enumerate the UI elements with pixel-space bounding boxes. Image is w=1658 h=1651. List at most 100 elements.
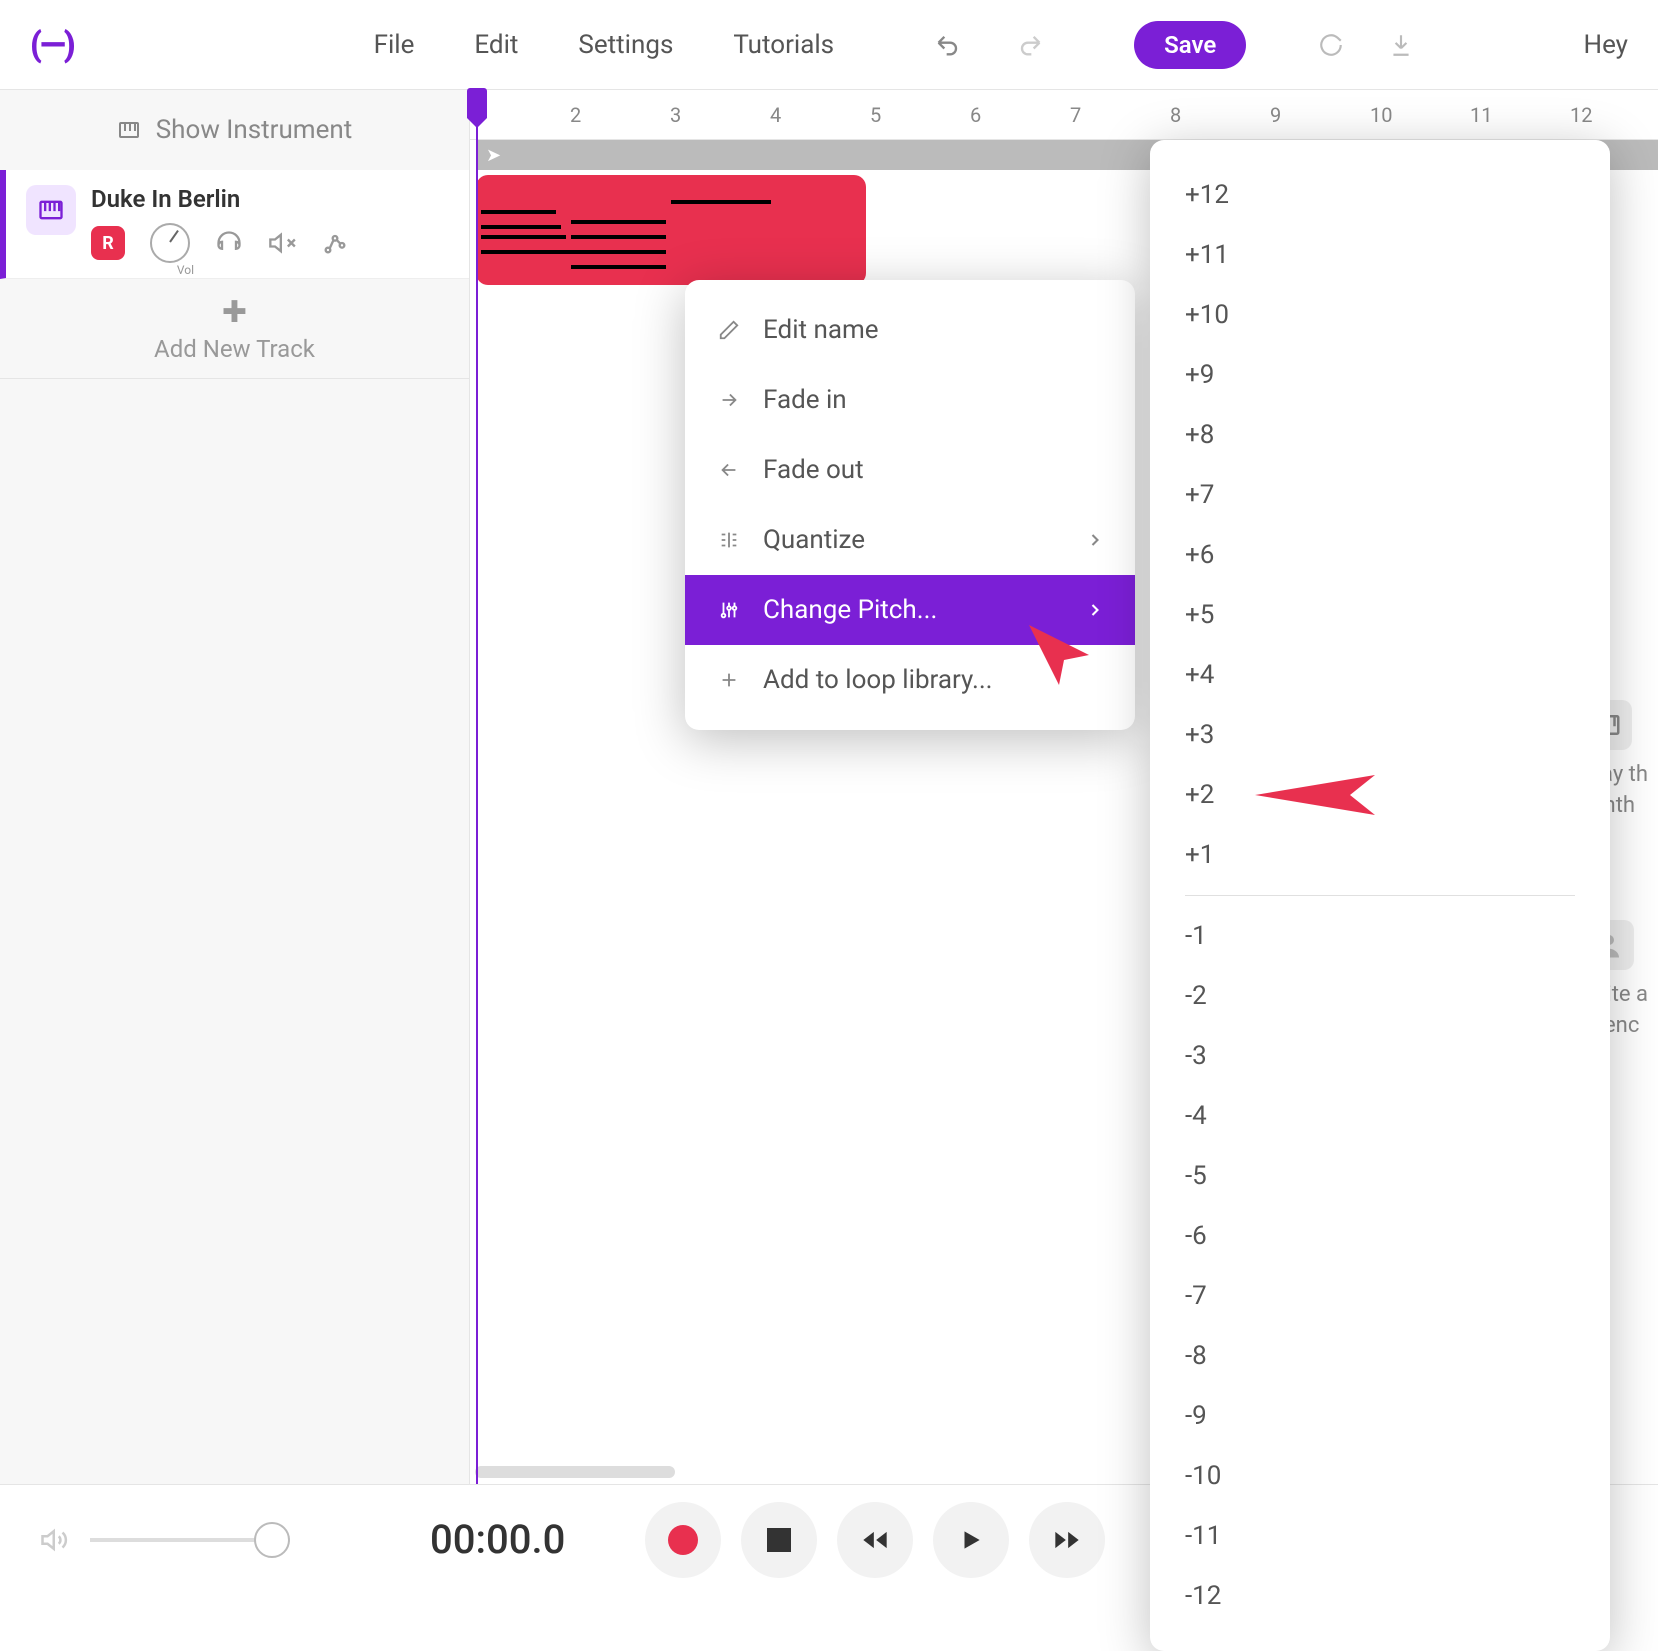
volume-handle[interactable] [254, 1522, 290, 1558]
pitch-submenu: +12 +11 +10 +9 +8 +7 +6 +5 +4 +3 +2 +1 -… [1150, 140, 1610, 1651]
mute-icon[interactable] [268, 229, 296, 257]
midi-note [481, 250, 571, 254]
midi-note [481, 225, 561, 229]
record-dot-icon [668, 1525, 698, 1555]
arrow-right-icon [715, 386, 743, 414]
ctx-quantize[interactable]: Quantize [685, 505, 1135, 575]
quantize-icon [715, 526, 743, 554]
rewind-button[interactable] [837, 1502, 913, 1578]
pitch-minus-11[interactable]: -11 [1185, 1506, 1575, 1566]
pencil-icon [715, 316, 743, 344]
menu-tutorials[interactable]: Tutorials [733, 30, 834, 60]
timeline-ruler[interactable]: 2 3 4 5 6 7 8 9 10 11 12 [470, 90, 1658, 140]
pitch-plus-6[interactable]: +6 [1185, 525, 1575, 585]
volume-slider[interactable] [90, 1538, 290, 1542]
ctx-fade-out-label: Fade out [763, 455, 864, 485]
add-track-button[interactable]: ✚ Add New Track [0, 279, 469, 379]
pitch-plus-9[interactable]: +9 [1185, 345, 1575, 405]
top-bar: (—) File Edit Settings Tutorials Save He… [0, 0, 1658, 90]
fast-forward-button[interactable] [1029, 1502, 1105, 1578]
pitch-minus-12[interactable]: -12 [1185, 1566, 1575, 1626]
automation-icon[interactable] [321, 229, 349, 257]
pitch-minus-4[interactable]: -4 [1185, 1086, 1575, 1146]
pitch-plus-3[interactable]: +3 [1185, 705, 1575, 765]
track-instrument-icon [26, 185, 76, 235]
pitch-minus-3[interactable]: -3 [1185, 1026, 1575, 1086]
track-content: Duke In Berlin R Vol [91, 185, 449, 263]
pitch-plus-5[interactable]: +5 [1185, 585, 1575, 645]
redo-button[interactable] [1014, 30, 1044, 60]
midi-note [671, 200, 771, 204]
add-track-label: Add New Track [154, 335, 315, 363]
top-right-icons [1316, 30, 1416, 60]
track-row[interactable]: Duke In Berlin R Vol [0, 170, 469, 279]
ctx-fade-out[interactable]: Fade out [685, 435, 1135, 505]
record-arm-badge[interactable]: R [91, 226, 125, 260]
menu-file[interactable]: File [374, 30, 415, 60]
ruler-tick: 10 [1370, 103, 1392, 127]
undo-button[interactable] [934, 30, 964, 60]
chevron-right-icon [1085, 530, 1105, 550]
ruler-tick: 11 [1470, 103, 1492, 127]
fast-forward-icon [1053, 1526, 1081, 1554]
pitch-plus-12[interactable]: +12 [1185, 165, 1575, 225]
ruler-tick: 9 [1270, 103, 1281, 127]
ruler-tick: 5 [870, 103, 881, 127]
ruler-tick: 7 [1070, 103, 1081, 127]
pitch-minus-6[interactable]: -6 [1185, 1206, 1575, 1266]
context-menu: Edit name Fade in Fade out Quantize Chan… [685, 280, 1135, 730]
ruler-tick: 12 [1570, 103, 1592, 127]
ctx-add-loop-label: Add to loop library... [763, 665, 993, 695]
scrollbar-thumb[interactable] [475, 1466, 675, 1478]
pitch-plus-7[interactable]: +7 [1185, 465, 1575, 525]
pitch-minus-10[interactable]: -10 [1185, 1446, 1575, 1506]
show-instrument-label: Show Instrument [156, 115, 353, 145]
volume-knob[interactable]: Vol [150, 223, 190, 263]
pitch-minus-5[interactable]: -5 [1185, 1146, 1575, 1206]
menu-settings[interactable]: Settings [578, 30, 673, 60]
midi-clip[interactable] [476, 175, 866, 285]
show-instrument-button[interactable]: Show Instrument [0, 90, 469, 170]
timeline-area[interactable]: 2 3 4 5 6 7 8 9 10 11 12 ➤ [470, 90, 1658, 1484]
rewind-icon [861, 1526, 889, 1554]
ctx-change-pitch[interactable]: Change Pitch... [685, 575, 1135, 645]
ruler-tick: 2 [570, 103, 581, 127]
pitch-minus-8[interactable]: -8 [1185, 1326, 1575, 1386]
pitch-plus-8[interactable]: +8 [1185, 405, 1575, 465]
pitch-minus-1[interactable]: -1 [1185, 906, 1575, 966]
midi-note [571, 235, 666, 239]
play-button[interactable] [933, 1502, 1009, 1578]
transport-buttons [645, 1502, 1105, 1578]
plus-icon: ✚ [222, 295, 247, 330]
pitch-minus-7[interactable]: -7 [1185, 1266, 1575, 1326]
refresh-icon[interactable] [1316, 30, 1346, 60]
ctx-edit-name-label: Edit name [763, 315, 879, 345]
pitch-plus-11[interactable]: +11 [1185, 225, 1575, 285]
pitch-plus-1[interactable]: +1 [1185, 825, 1575, 885]
ruler-tick: 8 [1170, 103, 1181, 127]
play-icon [958, 1527, 984, 1553]
ctx-add-loop[interactable]: Add to loop library... [685, 645, 1135, 715]
pitch-minus-2[interactable]: -2 [1185, 966, 1575, 1026]
pitch-plus-2[interactable]: +2 [1185, 765, 1575, 825]
ctx-fade-in[interactable]: Fade in [685, 365, 1135, 435]
pitch-plus-10[interactable]: +10 [1185, 285, 1575, 345]
playhead[interactable] [476, 90, 478, 1484]
ctx-edit-name[interactable]: Edit name [685, 295, 1135, 365]
menu-edit[interactable]: Edit [474, 30, 518, 60]
headphones-icon[interactable] [215, 229, 243, 257]
speaker-icon [40, 1525, 70, 1555]
pitch-minus-9[interactable]: -9 [1185, 1386, 1575, 1446]
undo-redo-group [934, 30, 1044, 60]
pitch-plus-4[interactable]: +4 [1185, 645, 1575, 705]
stop-button[interactable] [741, 1502, 817, 1578]
sidebar: Show Instrument Duke In Berlin R Vol [0, 90, 470, 1484]
save-button[interactable]: Save [1134, 21, 1246, 69]
midi-note [571, 250, 666, 254]
play-arrow-icon: ➤ [486, 145, 501, 166]
record-button[interactable] [645, 1502, 721, 1578]
playhead-marker[interactable] [467, 88, 487, 118]
track-controls: R Vol [91, 223, 449, 263]
greeting-text: Hey [1584, 30, 1628, 60]
download-icon[interactable] [1386, 30, 1416, 60]
